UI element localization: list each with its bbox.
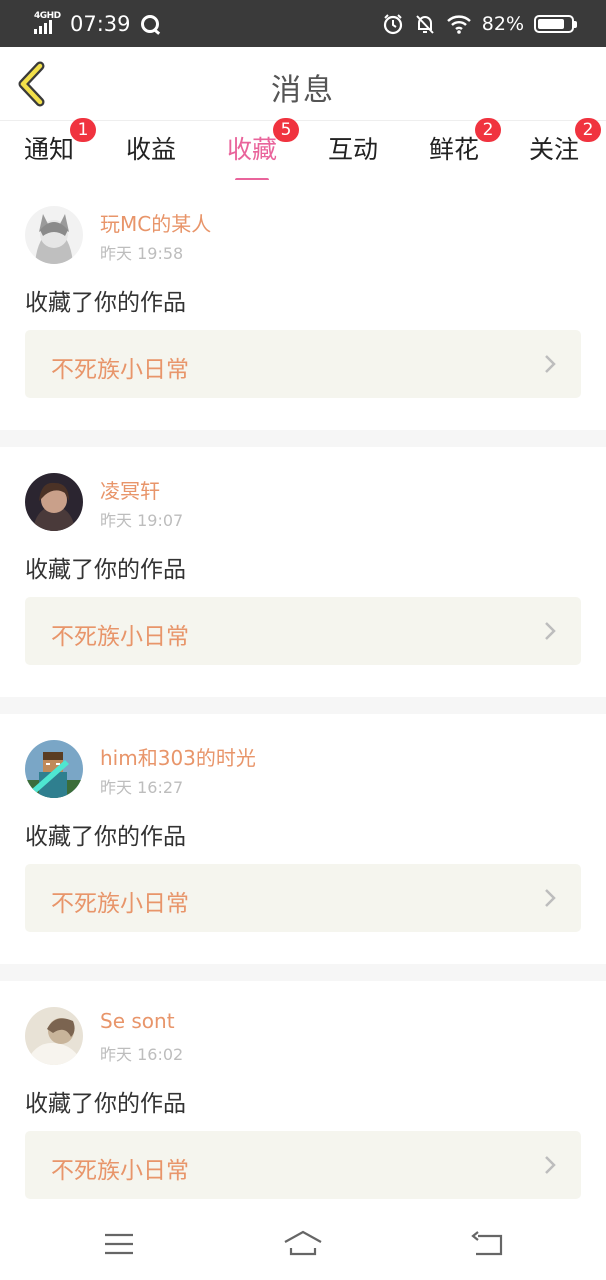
qq-icon <box>140 14 159 33</box>
app-header: 消息 <box>0 47 606 121</box>
tab-earnings[interactable]: 收益 <box>126 130 176 166</box>
tab-notice[interactable]: 通知 1 <box>24 118 96 166</box>
tab-label: 通知 <box>24 135 75 164</box>
alarm-icon <box>383 13 402 34</box>
tab-favorites[interactable]: 收藏 5 <box>227 118 299 182</box>
username[interactable]: him和303的时光 <box>100 742 256 771</box>
signal-icon: 4GHD <box>32 11 61 37</box>
work-title: 不死族小日常 <box>51 1158 189 1184</box>
tab-flowers[interactable]: 鲜花 2 <box>429 118 501 166</box>
username[interactable]: 凌冥轩 <box>100 475 160 504</box>
divider <box>0 430 606 447</box>
action-text: 收藏了你的作品 <box>25 290 186 316</box>
divider <box>0 697 606 714</box>
avatar[interactable] <box>25 473 83 531</box>
message-card: him和303的时光 昨天 16:27 收藏了你的作品 不死族小日常 <box>0 714 606 964</box>
tab-label: 鲜花 <box>429 135 480 164</box>
unread-badge: 5 <box>273 118 299 142</box>
message-card: 玩MC的某人 昨天 19:58 收藏了你的作品 不死族小日常 <box>0 180 606 430</box>
action-text: 收藏了你的作品 <box>25 557 186 583</box>
tab-bar: 通知 1 收益 收藏 5 互动 鲜花 2 关注 2 <box>0 118 606 182</box>
avatar[interactable] <box>25 206 83 264</box>
status-time: 07:39 <box>70 11 131 36</box>
home-icon <box>284 1230 322 1256</box>
message-list: 玩MC的某人 昨天 19:58 收藏了你的作品 不死族小日常 凌冥轩 昨天 19… <box>0 180 606 1248</box>
timestamp: 昨天 19:07 <box>100 511 184 530</box>
menu-icon <box>105 1233 133 1255</box>
chevron-right-icon <box>545 355 556 373</box>
chevron-right-icon <box>545 889 556 907</box>
tab-label: 收藏 <box>227 135 278 164</box>
unread-badge: 1 <box>70 118 96 142</box>
work-link[interactable]: 不死族小日常 <box>25 330 581 398</box>
avatar[interactable] <box>25 740 83 798</box>
chevron-right-icon <box>545 622 556 640</box>
status-bar: 4GHD 07:39 82% <box>0 0 606 47</box>
message-card: 凌冥轩 昨天 19:07 收藏了你的作品 不死族小日常 <box>0 447 606 697</box>
wifi-icon <box>446 14 471 34</box>
tab-label: 收益 <box>126 135 177 164</box>
work-title: 不死族小日常 <box>51 357 189 383</box>
work-link[interactable]: 不死族小日常 <box>25 1131 581 1199</box>
work-title: 不死族小日常 <box>51 891 189 917</box>
page-title: 消息 <box>271 73 335 108</box>
mute-icon <box>416 14 434 34</box>
action-text: 收藏了你的作品 <box>25 1091 186 1117</box>
work-title: 不死族小日常 <box>51 624 189 650</box>
system-nav-bar <box>0 1208 606 1280</box>
home-button[interactable] <box>283 1228 323 1260</box>
timestamp: 昨天 19:58 <box>100 244 184 263</box>
timestamp: 昨天 16:02 <box>100 1045 184 1064</box>
unread-badge: 2 <box>575 118 601 142</box>
tab-label: 关注 <box>529 135 580 164</box>
divider <box>0 964 606 981</box>
chevron-right-icon <box>545 1156 556 1174</box>
message-card: Se sont 昨天 16:02 收藏了你的作品 不死族小日常 <box>0 981 606 1231</box>
back-nav-button[interactable] <box>468 1228 508 1260</box>
tab-follow[interactable]: 关注 2 <box>529 118 601 166</box>
username[interactable]: 玩MC的某人 <box>100 208 211 237</box>
username[interactable]: Se sont <box>100 1009 175 1033</box>
work-link[interactable]: 不死族小日常 <box>25 864 581 932</box>
tab-interaction[interactable]: 互动 <box>328 130 378 166</box>
avatar[interactable] <box>25 1007 83 1065</box>
back-icon <box>471 1231 503 1256</box>
timestamp: 昨天 16:27 <box>100 778 184 797</box>
action-text: 收藏了你的作品 <box>25 824 186 850</box>
tab-label: 互动 <box>328 135 379 164</box>
work-link[interactable]: 不死族小日常 <box>25 597 581 665</box>
unread-badge: 2 <box>475 118 501 142</box>
battery-icon <box>534 14 577 33</box>
menu-button[interactable] <box>100 1228 140 1260</box>
battery-percent: 82% <box>481 12 524 35</box>
